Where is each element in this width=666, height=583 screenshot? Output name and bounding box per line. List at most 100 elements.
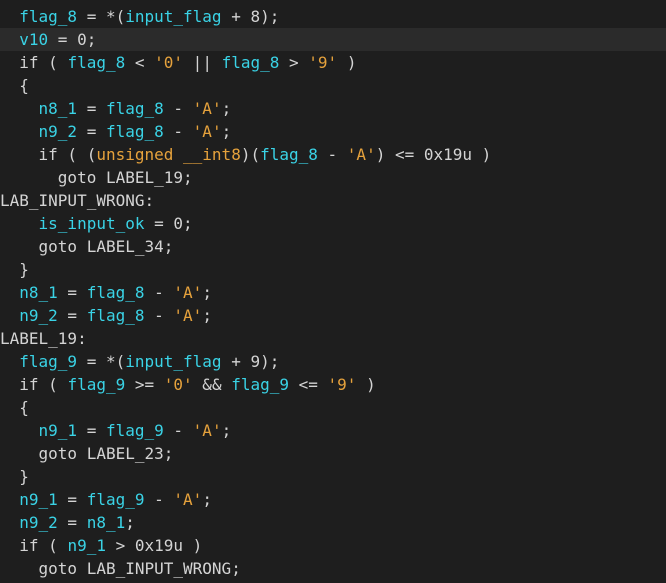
code-line[interactable]: n9_2 = n8_1; (0, 511, 666, 534)
code-token: = 0; (48, 30, 97, 49)
code-line[interactable]: v10 = 0; (0, 28, 666, 51)
code-token: if ( (0, 53, 68, 72)
code-line[interactable]: n9_2 = flag_8 - 'A'; (0, 120, 666, 143)
code-token: ; (125, 513, 135, 532)
code-token: LABEL_19: (0, 329, 87, 348)
code-line[interactable]: n8_1 = flag_8 - 'A'; (0, 281, 666, 304)
code-token: = (57, 283, 87, 302)
code-token: n9_2 (19, 306, 58, 325)
code-token: = 0; (144, 214, 193, 233)
code-line[interactable]: goto LABEL_19; (0, 166, 666, 189)
code-line[interactable]: n8_1 = flag_8 - 'A'; (0, 97, 666, 120)
code-editor[interactable]: flag_8 = *(input_flag + 8); v10 = 0; if … (0, 0, 666, 583)
code-token: flag_9 (86, 490, 145, 509)
code-token: v10 (19, 30, 49, 49)
code-token: + 9); (221, 352, 280, 371)
code-token: 'A' (173, 306, 203, 325)
code-token: <= (289, 375, 328, 394)
code-token: || (183, 53, 222, 72)
code-token: flag_9 (231, 375, 289, 394)
code-line[interactable]: goto LAB_INPUT_WRONG; (0, 557, 666, 580)
code-token: n9_2 (19, 513, 58, 532)
code-token: - (144, 490, 174, 509)
code-line[interactable]: { (0, 396, 666, 419)
code-token: = (57, 513, 87, 532)
code-token: flag_8 (19, 7, 78, 26)
code-token: 'A' (346, 145, 376, 164)
code-token: flag_8 (221, 53, 280, 72)
code-token: 'A' (192, 421, 222, 440)
code-token: = (77, 122, 106, 141)
code-token: '9' (308, 53, 338, 72)
code-line[interactable]: n9_2 = flag_8 - 'A'; (0, 304, 666, 327)
code-token: } (0, 467, 29, 486)
code-token: - (163, 421, 193, 440)
code-token: = (77, 99, 106, 118)
code-line[interactable]: flag_8 = *(input_flag + 8); (0, 5, 666, 28)
code-token: ; (202, 283, 212, 302)
code-token: n9_1 (19, 490, 58, 509)
code-token: n8_1 (19, 283, 58, 302)
code-line[interactable]: flag_9 = *(input_flag + 9); (0, 350, 666, 373)
code-line[interactable]: LABEL_19: (0, 327, 666, 350)
code-line[interactable]: is_input_ok = 0; (0, 212, 666, 235)
code-token: n8_1 (86, 513, 126, 532)
code-line[interactable]: LAB_INPUT_WRONG: (0, 189, 666, 212)
code-token: goto LABEL_34; (0, 237, 174, 256)
code-token: - (144, 283, 174, 302)
code-line[interactable]: if ( flag_8 < '0' || flag_8 > '9' ) (0, 51, 666, 74)
code-token: n8_1 (38, 99, 78, 118)
code-token: if ( ( (0, 145, 97, 164)
code-line[interactable]: n9_1 = flag_9 - 'A'; (0, 419, 666, 442)
code-token: } (0, 260, 29, 279)
code-token: '9' (327, 375, 357, 394)
code-token: 'A' (192, 99, 222, 118)
code-token: = (57, 306, 87, 325)
code-token: - (163, 99, 193, 118)
code-token: { (0, 398, 29, 417)
code-token: goto LABEL_19; (0, 168, 193, 187)
code-token: - (144, 306, 174, 325)
code-token: n9_2 (38, 122, 78, 141)
code-token: > 0x19u ) (105, 536, 203, 555)
code-token: ) (337, 53, 357, 72)
code-token: + 8); (221, 7, 280, 26)
code-token: ; (202, 306, 212, 325)
code-token: flag_8 (67, 53, 126, 72)
code-line[interactable]: if ( (unsigned __int8)(flag_8 - 'A') <= … (0, 143, 666, 166)
code-token: )( (240, 145, 261, 164)
code-line[interactable]: } (0, 465, 666, 488)
code-token: - (163, 122, 193, 141)
code-token: 'A' (173, 490, 203, 509)
code-token: = *( (77, 352, 126, 371)
code-token: LAB_INPUT_WRONG: (0, 191, 155, 210)
code-token: - (317, 145, 347, 164)
code-line[interactable]: goto LABEL_23; (0, 442, 666, 465)
code-token: input_flag (125, 352, 222, 371)
code-token: n9_1 (67, 536, 106, 555)
code-token: = (77, 421, 106, 440)
code-token: && (192, 375, 232, 394)
code-token: '0' (154, 53, 184, 72)
code-line[interactable]: n9_1 = flag_9 - 'A'; (0, 488, 666, 511)
code-line[interactable]: goto LABEL_34; (0, 235, 666, 258)
code-line[interactable]: if ( flag_9 >= '0' && flag_9 <= '9' ) (0, 373, 666, 396)
code-token: ) <= 0x19u ) (375, 145, 492, 164)
code-token: < (125, 53, 155, 72)
code-line[interactable]: { (0, 74, 666, 97)
code-token: = *( (77, 7, 126, 26)
code-token: = (57, 490, 87, 509)
code-line[interactable]: } (0, 258, 666, 281)
code-token: ; (202, 490, 212, 509)
code-token: >= (125, 375, 164, 394)
code-token: if ( (0, 536, 68, 555)
code-line[interactable]: if ( n9_1 > 0x19u ) (0, 534, 666, 557)
